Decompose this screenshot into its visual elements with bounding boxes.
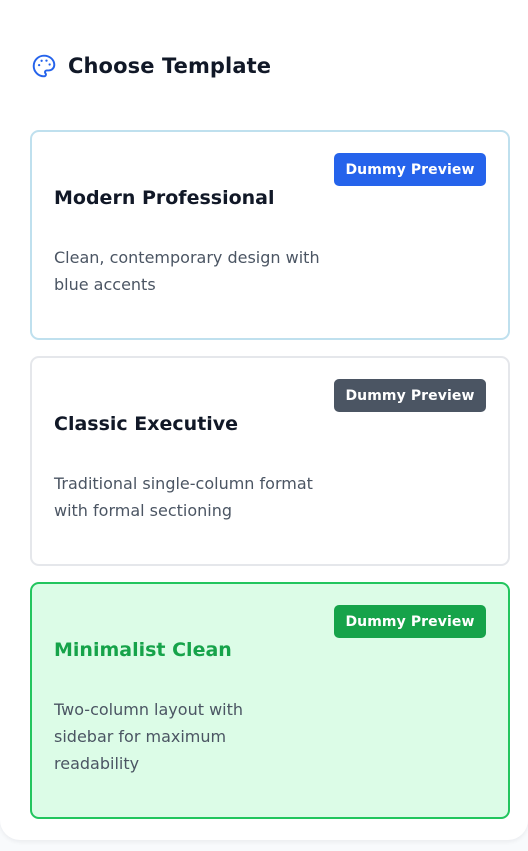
template-description: Two-column layout with sidebar for maxim… (54, 700, 244, 773)
page-title: Choose Template (68, 54, 272, 78)
dummy-preview-button[interactable]: Dummy Preview (334, 153, 486, 186)
template-card-minimalist-clean[interactable]: Dummy Preview Minimalist Clean Two-colum… (30, 582, 510, 819)
dummy-preview-button[interactable]: Dummy Preview (334, 379, 486, 412)
template-description: Traditional single-column format with fo… (54, 474, 313, 520)
template-panel: Choose Template Dummy Preview Modern Pro… (0, 0, 528, 840)
template-card-modern-professional[interactable]: Dummy Preview Modern Professional Clean,… (30, 130, 510, 340)
template-card-classic-executive[interactable]: Dummy Preview Classic Executive Traditio… (30, 356, 510, 566)
panel-header: Choose Template (31, 52, 271, 80)
template-name: Minimalist Clean (54, 639, 232, 661)
dummy-preview-button[interactable]: Dummy Preview (334, 605, 486, 638)
template-name: Modern Professional (54, 187, 275, 209)
template-description: Clean, contemporary design with blue acc… (54, 248, 320, 294)
palette-icon (31, 53, 57, 79)
template-name: Classic Executive (54, 413, 239, 435)
